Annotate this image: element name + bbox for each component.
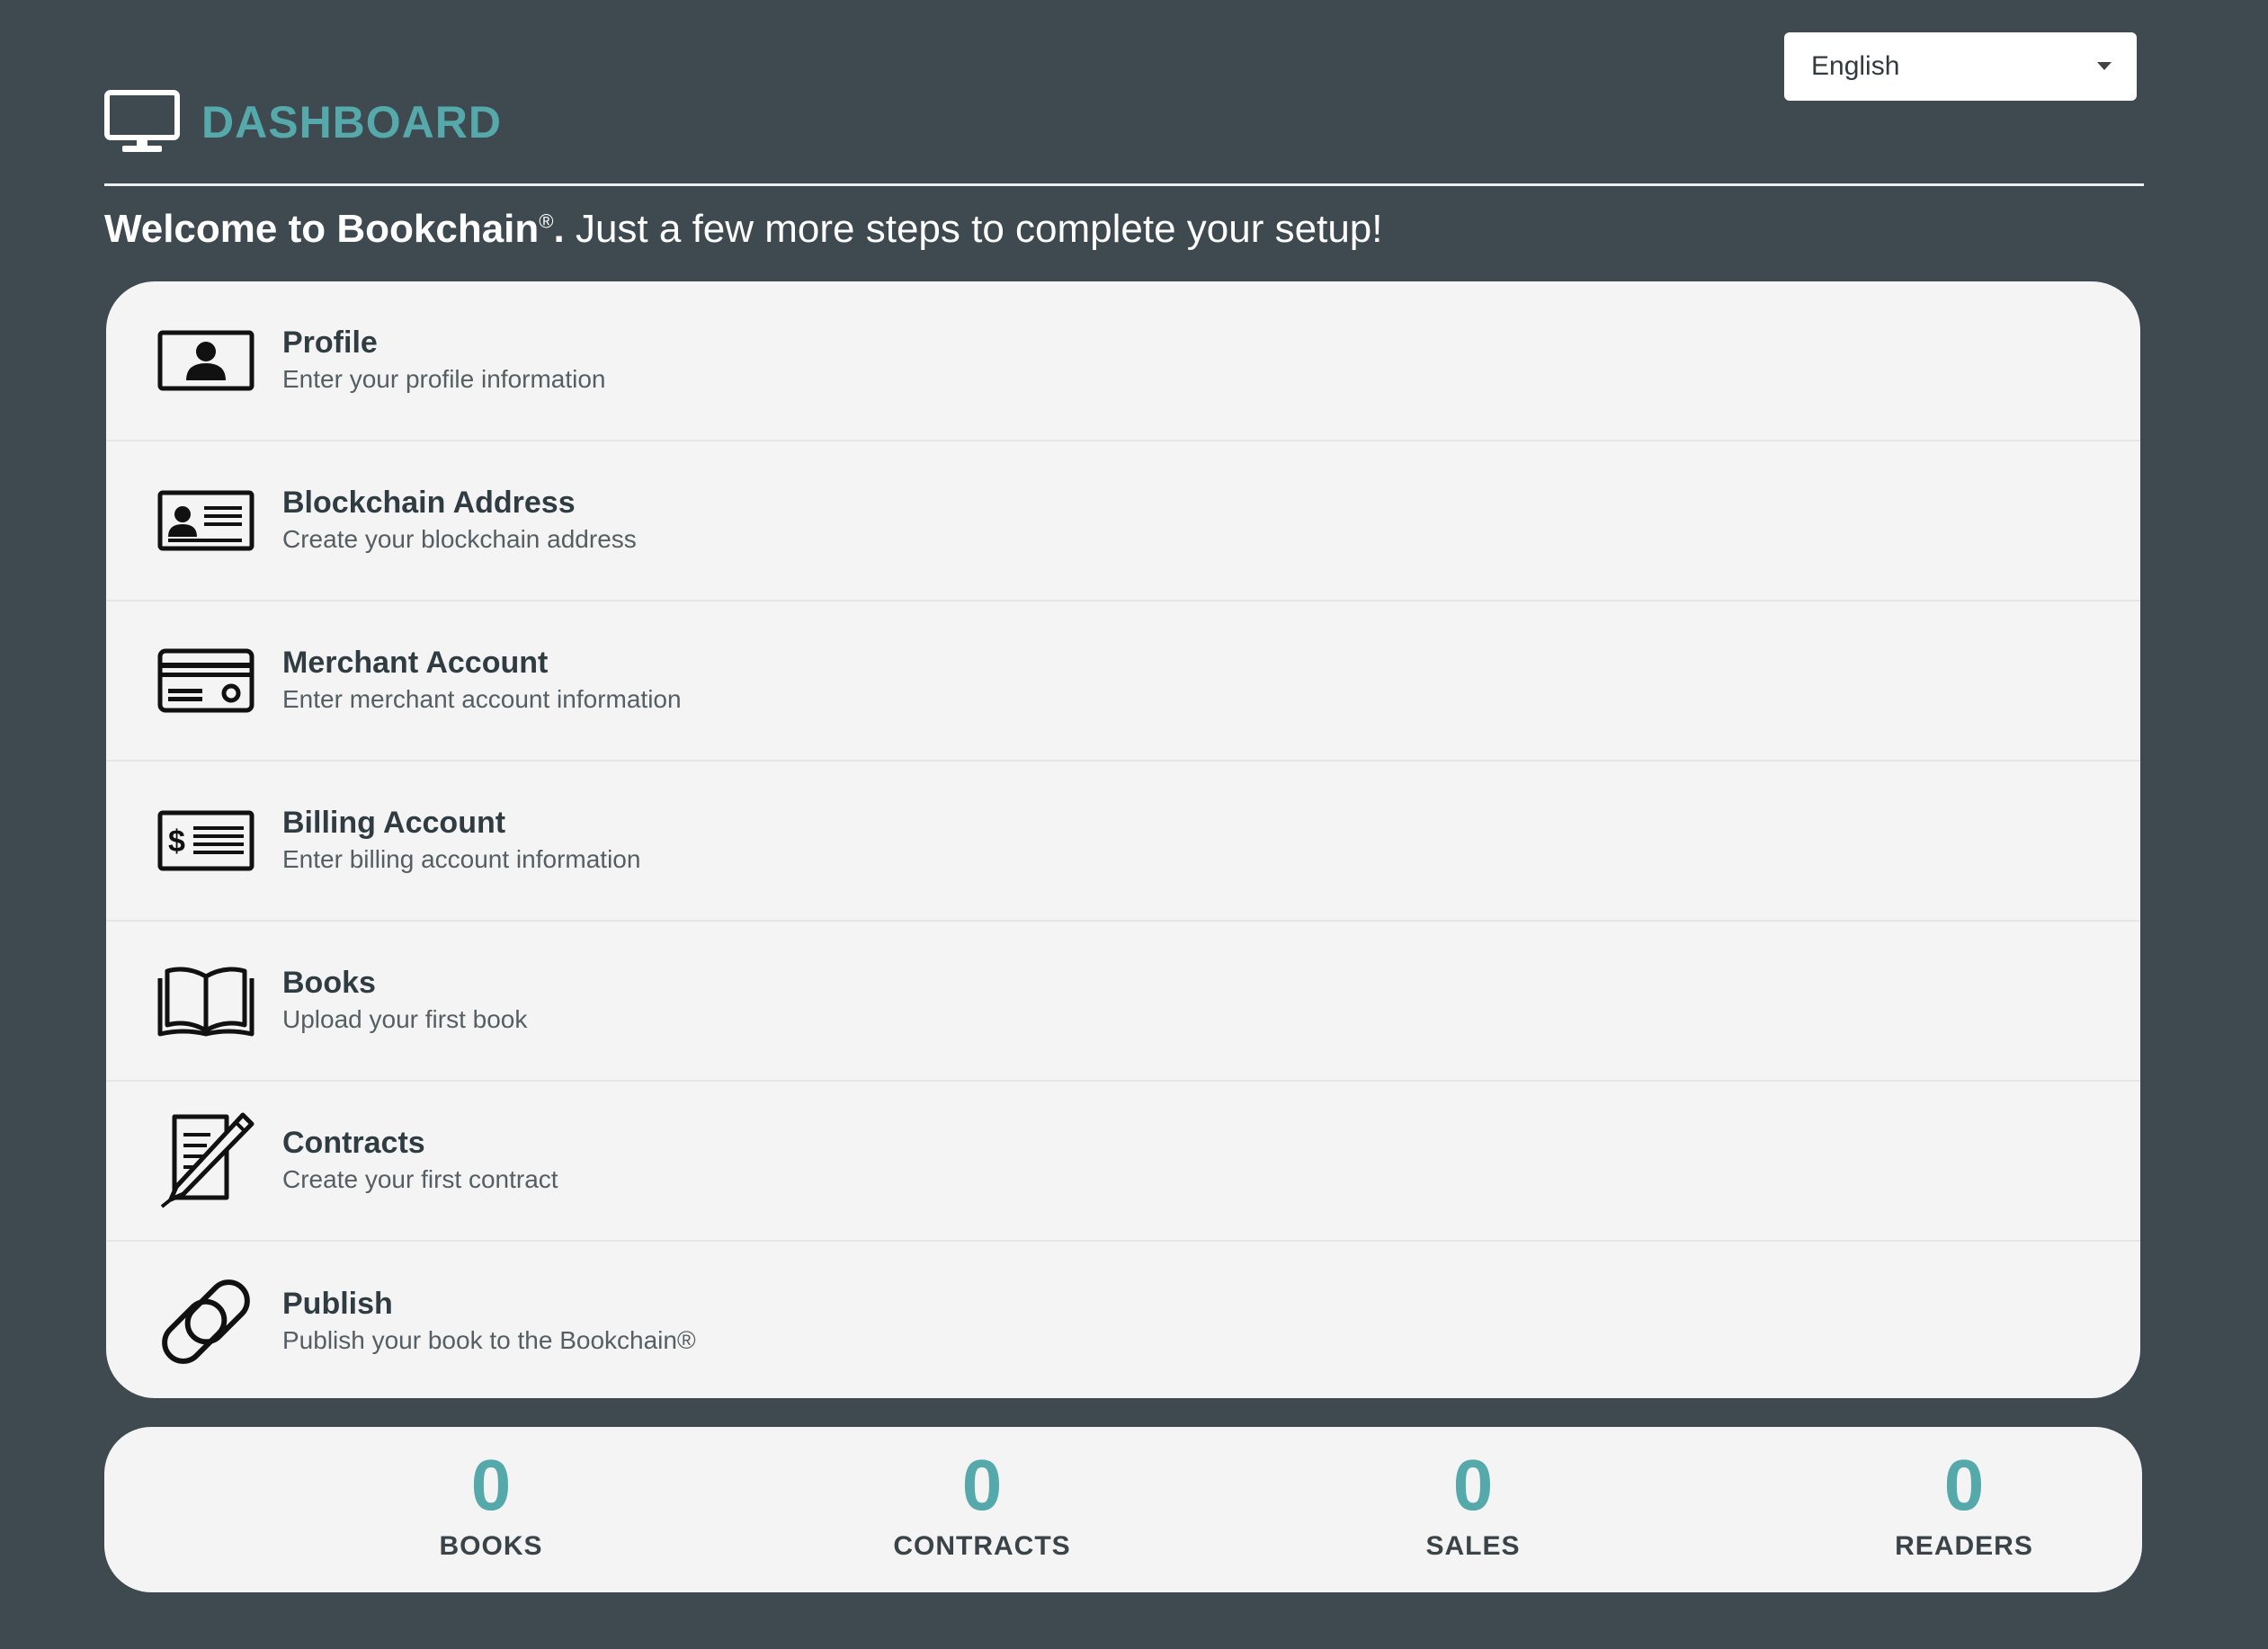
step-subtitle: Upload your first book [282, 1005, 528, 1033]
profile-card-icon [156, 311, 255, 410]
step-title: Contracts [282, 1126, 425, 1160]
stat-books[interactable]: 0 BOOKS [311, 1427, 671, 1592]
registered-mark: ® [539, 209, 554, 233]
step-subtitle: Publish your book to the Bookchain® [282, 1326, 696, 1354]
stats-card: 0 BOOKS 0 CONTRACTS 0 SALES 0 READERS [104, 1427, 2142, 1592]
stat-contracts[interactable]: 0 CONTRACTS [802, 1427, 1162, 1592]
contract-pen-icon [156, 1111, 255, 1210]
step-billing-account[interactable]: $ Billing Account Enter billing account … [106, 762, 2140, 922]
chain-link-icon [156, 1272, 255, 1371]
step-subtitle: Create your blockchain address [282, 525, 637, 553]
billing-check-icon: $ [156, 791, 255, 890]
welcome-text: Just a few more steps to complete your s… [564, 207, 1383, 251]
monitor-icon [104, 90, 180, 155]
page-title: DASHBOARD [201, 97, 502, 147]
stat-label: READERS [1895, 1531, 2033, 1561]
language-select-value: English [1811, 51, 1900, 81]
stat-value: 0 [470, 1445, 512, 1525]
stat-sales[interactable]: 0 SALES [1293, 1427, 1653, 1592]
step-title: Merchant Account [282, 646, 549, 680]
welcome-message: Welcome to Bookchain®. Just a few more s… [104, 207, 1383, 252]
welcome-brand: Welcome to Bookchain [104, 207, 540, 251]
credit-card-icon [156, 631, 255, 730]
step-subtitle: Enter your profile information [282, 365, 606, 393]
open-book-icon [156, 951, 255, 1050]
step-subtitle: Enter merchant account information [282, 685, 682, 713]
step-subtitle: Create your first contract [282, 1165, 558, 1193]
svg-text:$: $ [168, 824, 185, 859]
page-header: DASHBOARD [104, 90, 502, 155]
header-divider [104, 183, 2144, 186]
step-title: Billing Account [282, 806, 506, 840]
step-title: Blockchain Address [282, 486, 576, 520]
stat-label: SALES [1425, 1531, 1521, 1561]
step-title: Profile [282, 325, 378, 360]
step-merchant-account[interactable]: Merchant Account Enter merchant account … [106, 602, 2140, 762]
stat-label: BOOKS [439, 1531, 543, 1561]
id-card-icon [156, 471, 255, 570]
stat-value: 0 [1943, 1445, 1985, 1525]
stat-value: 0 [1452, 1445, 1494, 1525]
step-title: Publish [282, 1287, 393, 1321]
step-books[interactable]: Books Upload your first book [106, 922, 2140, 1082]
welcome-period: . [553, 207, 565, 251]
stat-label: CONTRACTS [893, 1531, 1071, 1561]
stat-value: 0 [961, 1445, 1003, 1525]
step-subtitle: Enter billing account information [282, 845, 641, 873]
step-profile[interactable]: Profile Enter your profile information [106, 281, 2140, 441]
stat-readers[interactable]: 0 READERS [1784, 1427, 2144, 1592]
step-publish[interactable]: Publish Publish your book to the Bookcha… [106, 1242, 2140, 1398]
setup-steps-card: Profile Enter your profile information B… [106, 281, 2140, 1398]
language-select[interactable]: English [1784, 32, 2137, 101]
step-contracts[interactable]: Contracts Create your first contract [106, 1082, 2140, 1242]
chevron-down-icon [2097, 62, 2112, 70]
step-blockchain-address[interactable]: Blockchain Address Create your blockchai… [106, 441, 2140, 602]
step-title: Books [282, 966, 376, 1000]
